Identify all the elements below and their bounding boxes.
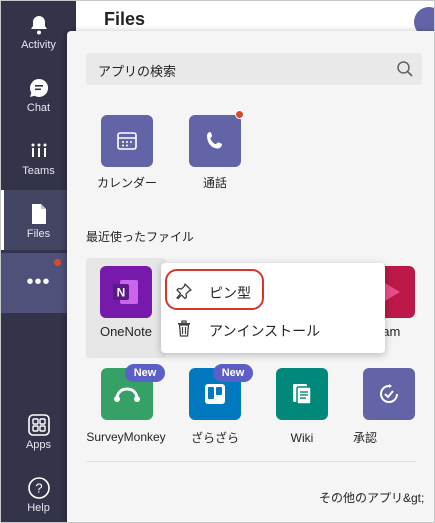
bell-icon <box>31 16 47 35</box>
onenote-app-tile[interactable]: N <box>100 266 152 318</box>
rail-item-label: Activity <box>21 39 56 51</box>
wiki-app-tile[interactable] <box>276 368 328 420</box>
rail-item-more[interactable]: ••• <box>1 253 76 313</box>
teams-icon <box>31 143 47 157</box>
app-rail: Activity Chat Teams Files ••• Apps ? Hel… <box>1 1 76 522</box>
teams-window: Activity Chat Teams Files ••• Apps ? Hel… <box>0 0 435 523</box>
new-badge: New <box>125 364 165 382</box>
menu-item-uninstall[interactable]: アンインストール <box>161 311 385 347</box>
calendar-app-tile[interactable] <box>101 115 153 167</box>
trello-icon <box>205 384 225 404</box>
page-title: Files <box>104 9 146 29</box>
app-label: OneNote <box>99 324 153 339</box>
search-input[interactable]: アプリの検索 <box>86 53 422 85</box>
rail-item-activity[interactable]: Activity <box>1 1 76 61</box>
rail-item-label: Help <box>27 502 50 514</box>
app-label: Wiki <box>290 431 314 445</box>
rail-item-label: Chat <box>26 102 51 114</box>
approvals-icon <box>380 384 398 403</box>
help-icon: ? <box>28 477 50 499</box>
calls-app-tile[interactable] <box>189 115 241 167</box>
rail-item-apps[interactable]: Apps <box>1 401 76 461</box>
notification-dot <box>54 259 61 266</box>
more-apps-link[interactable]: その他のアプリ&gt; <box>319 489 424 506</box>
rail-item-chat[interactable]: Chat <box>1 64 76 124</box>
new-badge: New <box>213 364 253 382</box>
file-icon <box>32 204 46 224</box>
approvals-app-tile[interactable] <box>363 368 415 420</box>
apps-icon <box>28 414 50 436</box>
rail-item-label: Files <box>26 228 51 240</box>
highlight-annotation <box>165 269 264 310</box>
wiki-icon <box>293 384 312 405</box>
rail-item-label: Apps <box>25 439 52 451</box>
chat-icon <box>30 78 49 97</box>
app-label: ざらざら <box>190 431 239 445</box>
calendar-icon <box>117 132 137 150</box>
surveymonkey-icon <box>114 387 140 402</box>
phone-icon <box>207 132 222 149</box>
app-label: SurveyMonkey <box>86 430 166 444</box>
recent-app-onenote[interactable]: N OneNote <box>86 258 166 358</box>
divider <box>86 461 416 462</box>
onenote-icon: N <box>113 280 138 304</box>
search-icon[interactable] <box>396 60 414 78</box>
app-label: カレンダー <box>96 176 157 190</box>
search-placeholder: アプリの検索 <box>98 64 177 79</box>
svg-text:N: N <box>117 286 126 300</box>
page-header: Files <box>76 1 434 37</box>
section-title-recent: 最近使ったファイル <box>86 230 195 244</box>
rail-item-files[interactable]: Files <box>1 190 76 250</box>
rail-item-teams[interactable]: Teams <box>1 127 76 187</box>
notification-dot <box>235 110 244 119</box>
more-icon: ••• <box>26 271 51 293</box>
trash-icon <box>178 320 190 337</box>
rail-item-help[interactable]: ? Help <box>1 464 76 522</box>
menu-item-label: アンインストール <box>209 323 321 339</box>
app-label: 通話 <box>202 176 227 190</box>
app-label: 承認 <box>353 431 378 445</box>
svg-text:?: ? <box>35 481 42 496</box>
rail-item-label: Teams <box>22 165 55 177</box>
